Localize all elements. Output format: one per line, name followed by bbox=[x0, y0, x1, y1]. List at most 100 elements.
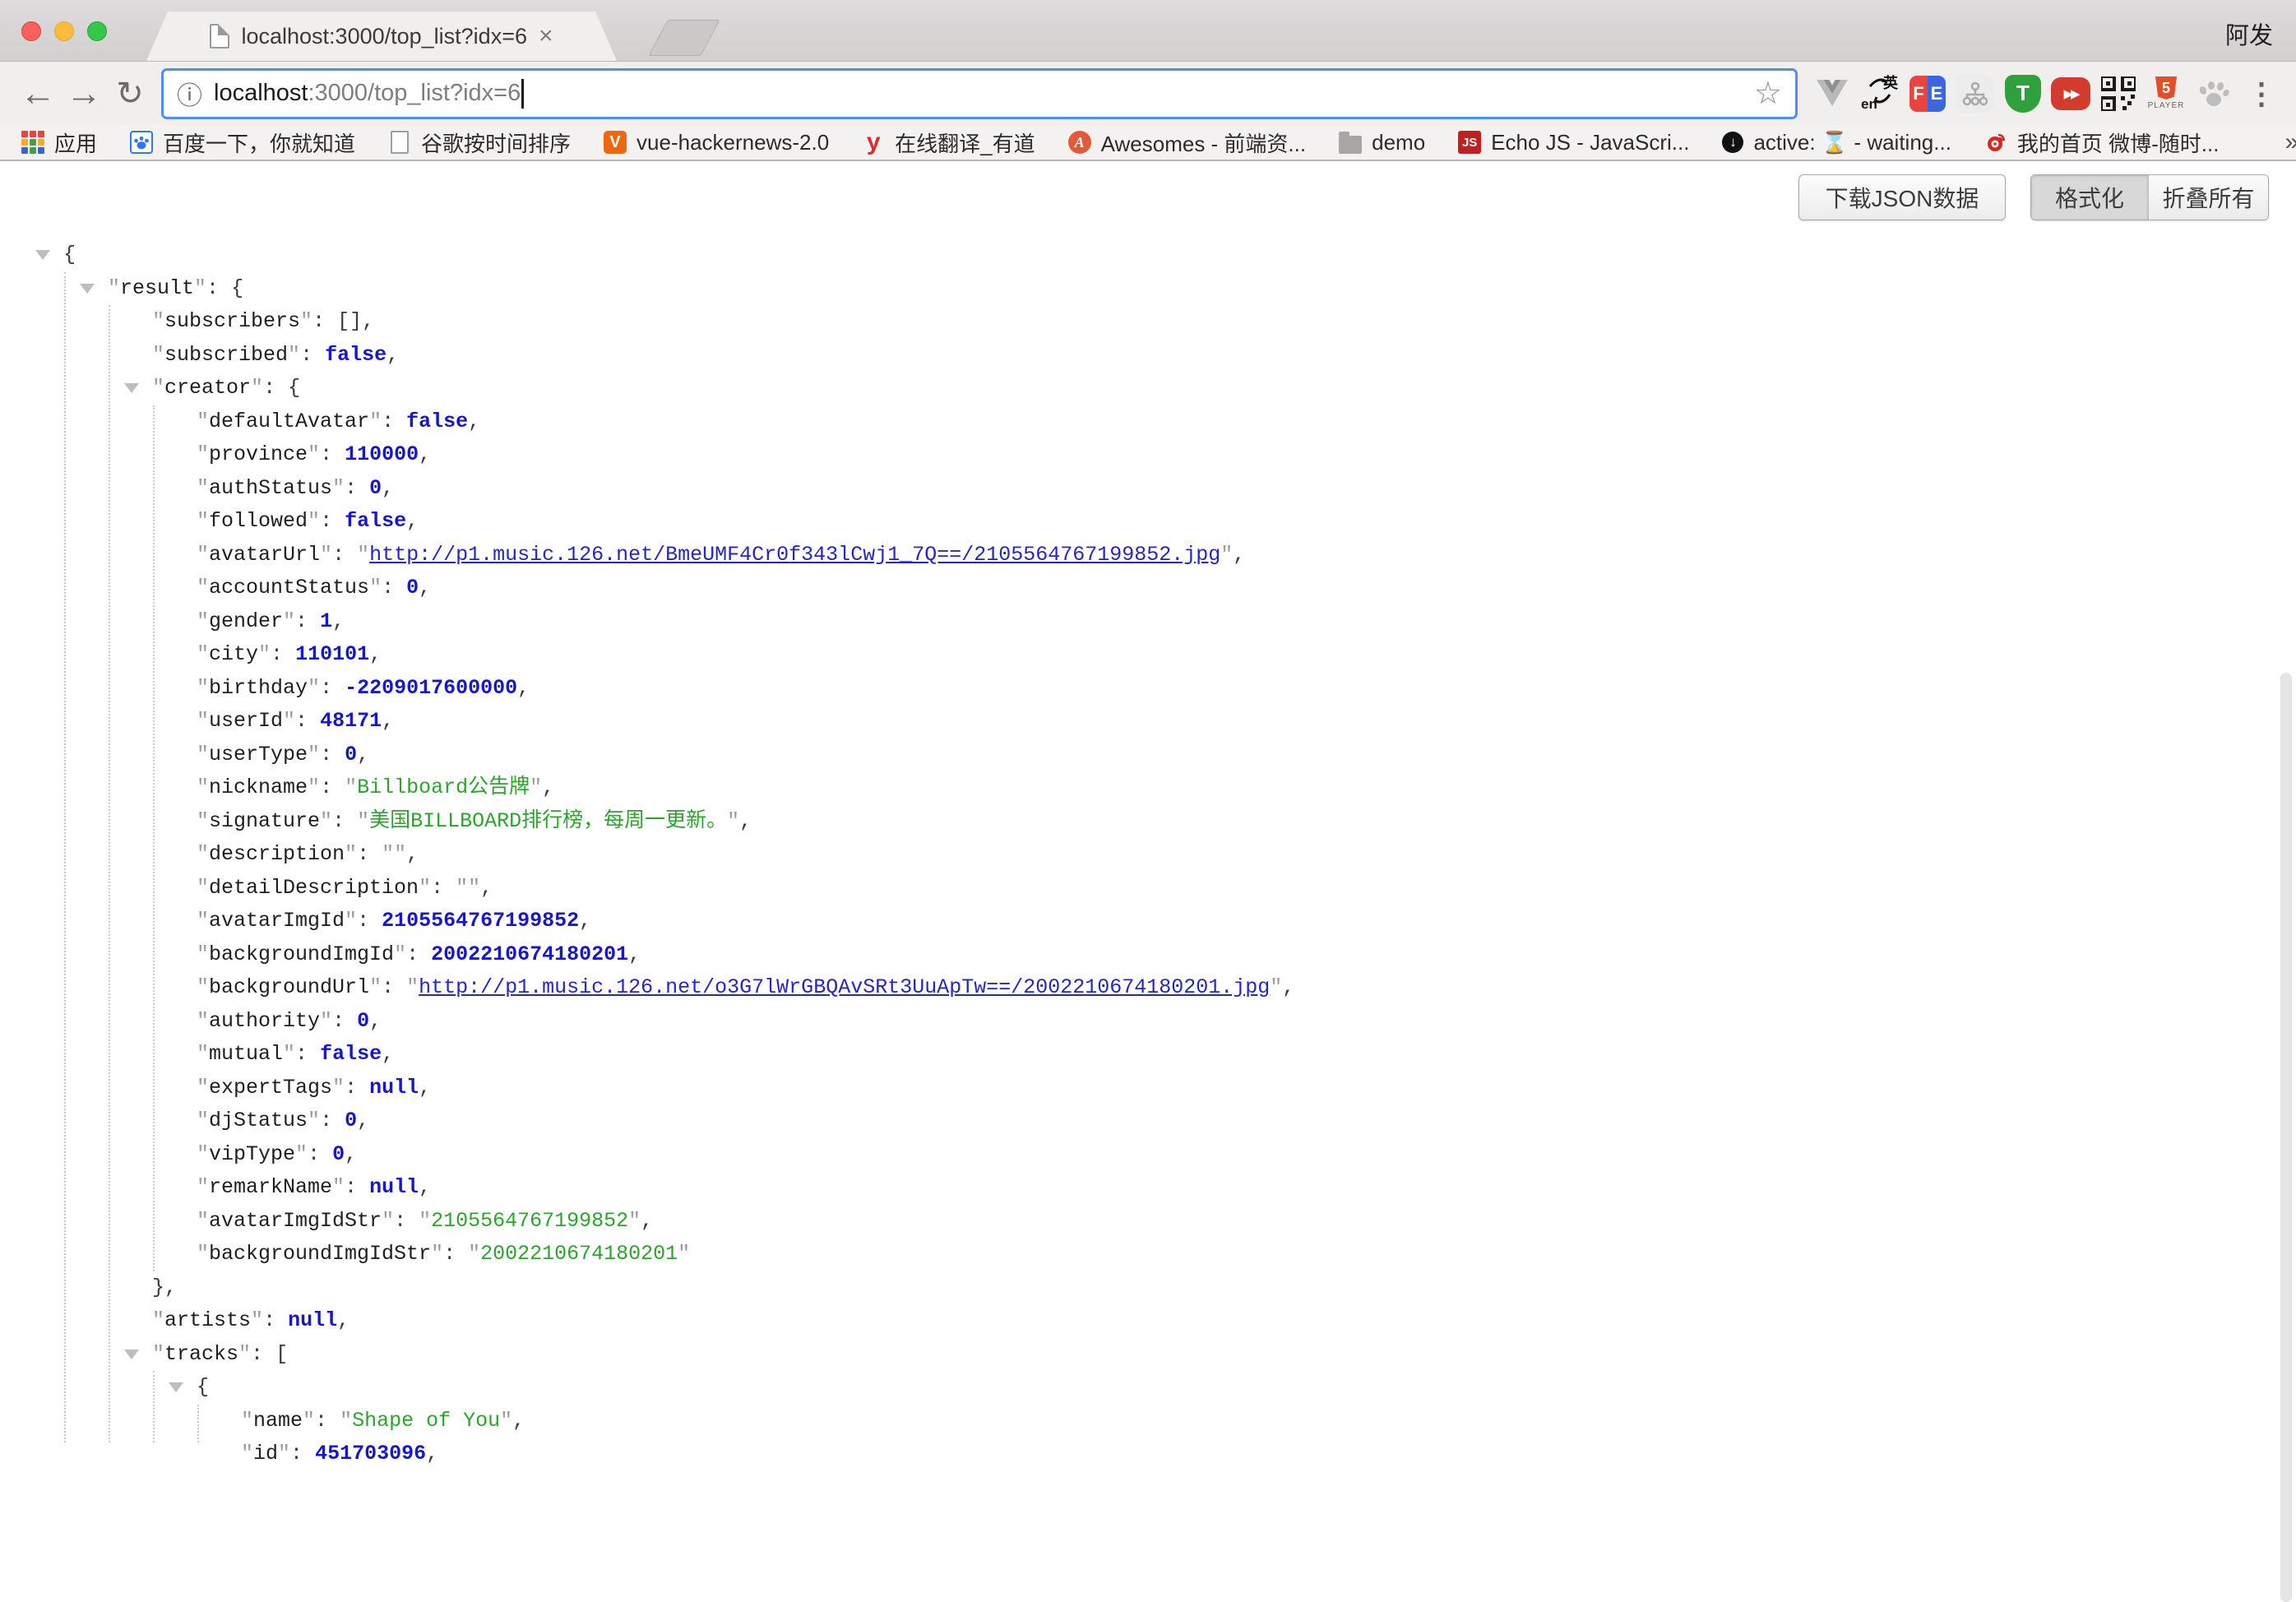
json-quote: " bbox=[419, 876, 431, 900]
address-bar[interactable]: ⓘ localhost:3000/top_list?idx=6 ☆ bbox=[161, 68, 1798, 119]
browser-tab[interactable]: localhost:3000/top_list?idx=6 × bbox=[146, 12, 617, 61]
fe-helper-icon[interactable]: FE bbox=[1908, 70, 1947, 118]
json-number-value: 0 bbox=[369, 476, 382, 500]
shield-shape: T bbox=[2005, 75, 2041, 113]
json-quote: " bbox=[295, 1142, 308, 1166]
close-window-button[interactable] bbox=[21, 21, 41, 41]
json-quote: " bbox=[340, 1409, 352, 1433]
json-punctuation: { bbox=[63, 243, 76, 266]
json-quote: " bbox=[345, 776, 357, 799]
collapse-all-button[interactable]: 折叠所有 bbox=[2148, 175, 2268, 220]
json-line: "djStatus": 0, bbox=[0, 1104, 2296, 1138]
json-number-value: 48171 bbox=[320, 709, 382, 733]
json-colon: : bbox=[332, 543, 357, 567]
json-quote: " bbox=[357, 809, 369, 833]
json-key: artists bbox=[164, 1308, 251, 1332]
profile-name[interactable]: 阿发 bbox=[2225, 16, 2273, 51]
collapse-toggle-icon[interactable] bbox=[124, 1350, 139, 1359]
bookmark-item[interactable]: Vvue-hackernews-2.0 bbox=[604, 130, 829, 155]
download-json-button[interactable]: 下载JSON数据 bbox=[1798, 174, 2006, 220]
json-quote: " bbox=[332, 1175, 345, 1199]
paw-icon[interactable] bbox=[2194, 70, 2234, 118]
json-string-value: 2105564767199852 bbox=[431, 1209, 628, 1233]
vue-icon: V bbox=[604, 131, 627, 154]
minimize-window-button[interactable] bbox=[54, 21, 74, 41]
json-key: province bbox=[209, 442, 308, 466]
json-line: "detailDescription": "", bbox=[0, 872, 2296, 905]
json-key: followed bbox=[209, 509, 308, 533]
reload-button[interactable]: ↻ bbox=[107, 75, 153, 113]
json-quote: " bbox=[197, 942, 209, 966]
bookmark-star-icon[interactable]: ☆ bbox=[1754, 75, 1782, 112]
json-quote: " bbox=[197, 676, 209, 700]
bookmark-item[interactable]: 百度一下，你就知道 bbox=[130, 127, 355, 158]
back-button[interactable]: ← bbox=[15, 73, 61, 114]
video-player-icon[interactable]: ▶▶ bbox=[2051, 70, 2090, 118]
page-info-icon[interactable]: ⓘ bbox=[177, 75, 202, 112]
forward-button[interactable]: → bbox=[61, 73, 107, 114]
e-glyph: E bbox=[1928, 76, 1946, 112]
json-comma: , bbox=[419, 1175, 431, 1199]
vue-devtools-icon[interactable] bbox=[1812, 70, 1852, 118]
json-line: "artists": null, bbox=[0, 1304, 2296, 1338]
json-key: id bbox=[253, 1442, 278, 1465]
zoom-window-button[interactable] bbox=[87, 21, 107, 41]
new-tab-button[interactable] bbox=[648, 20, 720, 56]
json-key: avatarImgId bbox=[209, 909, 345, 933]
bookmark-item[interactable]: demo bbox=[1339, 130, 1425, 155]
json-comma: , bbox=[542, 776, 554, 799]
sitemap-icon[interactable] bbox=[1956, 70, 1995, 118]
json-key: defaultAvatar bbox=[209, 410, 369, 433]
json-quote: " bbox=[197, 442, 209, 466]
bookmark-item[interactable]: JSEcho JS - JavaScri... bbox=[1458, 130, 1689, 155]
json-colon: : bbox=[320, 676, 345, 700]
json-key: nickname bbox=[209, 776, 308, 799]
json-line: "gender": 1, bbox=[0, 605, 2296, 639]
json-quote: " bbox=[320, 1009, 332, 1033]
collapse-toggle-icon[interactable] bbox=[35, 250, 50, 260]
json-quote: " bbox=[197, 1109, 209, 1132]
json-key: vipType bbox=[209, 1142, 295, 1166]
json-comma: , bbox=[419, 1076, 431, 1100]
json-key: userId bbox=[209, 709, 283, 733]
format-button[interactable]: 格式化 bbox=[2031, 175, 2148, 220]
tampermonkey-icon[interactable]: T bbox=[2003, 70, 2043, 118]
json-comma: , bbox=[387, 343, 399, 367]
json-quote: " bbox=[308, 1109, 320, 1132]
collapse-toggle-icon[interactable] bbox=[80, 284, 95, 294]
page-icon bbox=[388, 131, 411, 154]
bookmark-item[interactable]: 谷歌按时间排序 bbox=[388, 127, 571, 158]
json-colon: : bbox=[295, 1042, 320, 1066]
collapse-toggle-icon[interactable] bbox=[124, 383, 139, 393]
bookmark-item[interactable]: y在线翻译_有道 bbox=[862, 127, 1035, 158]
bookmark-item[interactable]: 应用 bbox=[21, 127, 97, 158]
json-url-link[interactable]: http://p1.music.126.net/BmeUMF4Cr0f343lC… bbox=[369, 543, 1220, 567]
json-comma: , bbox=[480, 876, 493, 900]
vertical-scrollbar[interactable] bbox=[2280, 673, 2292, 1602]
json-line: "expertTags": null, bbox=[0, 1072, 2296, 1105]
json-quote: " bbox=[197, 1009, 209, 1033]
json-quote: " bbox=[369, 576, 382, 600]
bookmark-label: 应用 bbox=[54, 127, 97, 158]
bookmarks-overflow-chevron[interactable]: » bbox=[2284, 128, 2296, 156]
json-line: "backgroundUrl": "http://p1.music.126.ne… bbox=[0, 971, 2296, 1005]
qr-code-icon[interactable] bbox=[2099, 70, 2138, 118]
json-line: "backgroundImgIdStr": "2002210674180201" bbox=[0, 1238, 2296, 1271]
json-tree-view: {"result": {"subscribers": [],"subscribe… bbox=[0, 238, 2296, 1471]
tab-close-icon[interactable]: × bbox=[539, 24, 553, 49]
json-line: "authority": 0, bbox=[0, 1005, 2296, 1039]
json-key: userType bbox=[209, 743, 308, 766]
bookmark-item[interactable]: 我的首页 微博-随时... bbox=[1984, 127, 2220, 158]
json-quote: " bbox=[419, 1209, 431, 1233]
collapse-toggle-icon[interactable] bbox=[169, 1382, 183, 1392]
youdao-translate-icon[interactable]: 英en bbox=[1860, 70, 1900, 118]
indent-guide bbox=[64, 272, 66, 1443]
bookmark-item[interactable]: ↓active: ⌛ - waiting... bbox=[1722, 130, 1951, 155]
browser-menu-icon[interactable]: ⋮ bbox=[2242, 70, 2281, 118]
json-quote: " bbox=[308, 743, 320, 766]
json-url-link[interactable]: http://p1.music.126.net/o3G7lWrGBQAvSRt3… bbox=[419, 975, 1270, 999]
json-colon: : bbox=[308, 1142, 332, 1166]
html5-player-icon[interactable]: 5PLAYER bbox=[2146, 70, 2186, 118]
json-colon: : bbox=[320, 776, 345, 799]
bookmark-item[interactable]: AAwesomes - 前端资... bbox=[1068, 127, 1306, 158]
